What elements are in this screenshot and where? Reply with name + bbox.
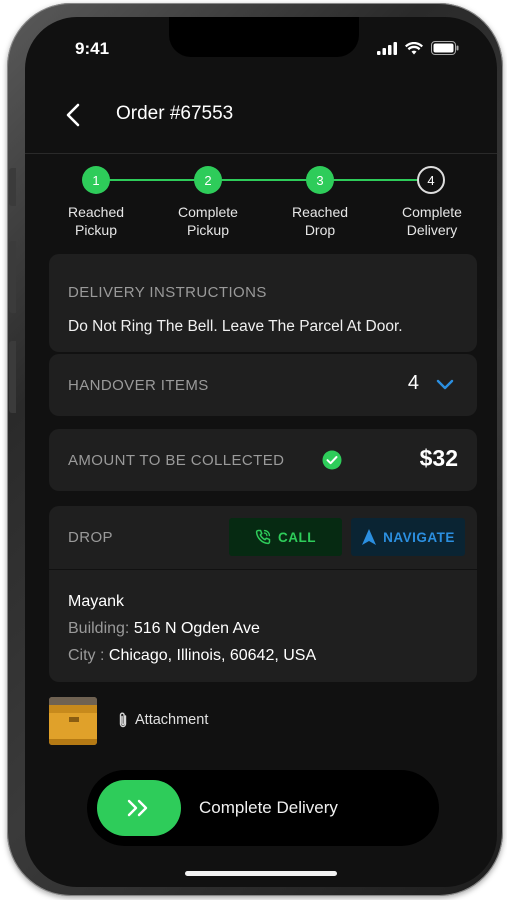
step-4-label: Complete Delivery (377, 203, 487, 239)
step-connector (321, 179, 431, 181)
navigate-button-label: NAVIGATE (383, 529, 455, 545)
volume-down-button (9, 341, 16, 413)
back-button[interactable] (61, 101, 85, 129)
address-building: Building: 516 N Ogden Ave (68, 620, 260, 638)
double-chevron-right-icon (127, 799, 148, 817)
signal-icon (377, 41, 397, 55)
slider-knob[interactable] (97, 780, 181, 836)
step-1-label-line1: Reached (67, 204, 125, 220)
status-icons (377, 41, 459, 55)
step-3-indicator: 3 (306, 166, 334, 194)
step-2-indicator: 2 (194, 166, 222, 194)
volume-up-button (9, 241, 16, 313)
wifi-icon (405, 41, 423, 54)
step-4-indicator: 4 (417, 166, 445, 194)
paperclip-icon (119, 712, 127, 728)
step-2-label-line2: Pickup (186, 222, 230, 238)
address-city: City : Chicago, Illinois, 60642, USA (68, 647, 316, 665)
back-chevron-icon (66, 103, 80, 127)
attachment-link[interactable]: Attachment (117, 711, 208, 729)
header-divider (25, 153, 497, 154)
complete-delivery-slider[interactable]: Complete Delivery (87, 770, 439, 846)
step-1-label-line2: Pickup (74, 222, 118, 238)
handover-items-card[interactable]: HANDOVER ITEMS 4 (49, 354, 477, 416)
building-key: Building: (68, 620, 130, 637)
check-circle-icon (322, 450, 342, 470)
chevron-down-icon[interactable] (435, 378, 455, 392)
call-button[interactable]: CALL (229, 518, 342, 556)
amount-to-collect-label: AMOUNT TO BE COLLECTED (68, 452, 285, 469)
step-2-label: Complete Pickup (153, 203, 263, 239)
phone-icon (255, 529, 271, 545)
step-4-label-line2: Delivery (406, 222, 458, 238)
step-3-label-line2: Drop (304, 222, 336, 238)
city-key: City : (68, 647, 105, 664)
mute-switch (9, 168, 16, 206)
attachment-thumbnail[interactable] (49, 697, 97, 745)
navigate-arrow-icon (362, 529, 377, 545)
drop-label: DROP (68, 529, 113, 546)
step-1-label: Reached Pickup (41, 203, 151, 239)
phone-frame: 9:41 Order #67553 1 2 3 4 Reached Pickup… (7, 3, 503, 896)
navigate-button[interactable]: NAVIGATE (351, 518, 465, 556)
building-value: 516 N Ogden Ave (133, 620, 260, 637)
step-connector (97, 179, 207, 181)
parcel-image (49, 697, 97, 745)
attachment-label: Attachment (135, 712, 209, 728)
step-2-label-line1: Complete (178, 204, 238, 220)
step-3-label-line1: Reached (291, 204, 349, 220)
handover-items-count: 4 (407, 372, 419, 394)
handover-items-label: HANDOVER ITEMS (68, 377, 209, 394)
step-3-label: Reached Drop (265, 203, 375, 239)
delivery-instructions-label: DELIVERY INSTRUCTIONS (68, 284, 267, 301)
delivery-instructions-text: Do Not Ring The Bell. Leave The Parcel A… (68, 318, 403, 335)
complete-delivery-label: Complete Delivery (199, 798, 338, 817)
page-title: Order #67553 (116, 103, 234, 124)
call-button-label: CALL (278, 529, 316, 545)
customer-name: Mayank (68, 593, 125, 610)
notch (169, 17, 359, 57)
step-1-indicator: 1 (82, 166, 110, 194)
home-indicator[interactable] (185, 871, 337, 876)
delivery-instructions-card: DELIVERY INSTRUCTIONS Do Not Ring The Be… (49, 254, 477, 352)
status-time: 9:41 (75, 39, 110, 58)
amount-to-collect-card: AMOUNT TO BE COLLECTED $32 (49, 429, 477, 491)
app-screen: 9:41 Order #67553 1 2 3 4 Reached Pickup… (25, 17, 497, 887)
step-connector (209, 179, 319, 181)
step-4-label-line1: Complete (402, 204, 462, 220)
amount-value: $32 (419, 445, 458, 471)
drop-divider (49, 569, 477, 570)
drop-card: DROP CALL NAVIGATE Mayank Building: 516 (49, 506, 477, 682)
battery-icon (431, 41, 459, 55)
city-value: Chicago, Illinois, 60642, USA (108, 647, 317, 664)
